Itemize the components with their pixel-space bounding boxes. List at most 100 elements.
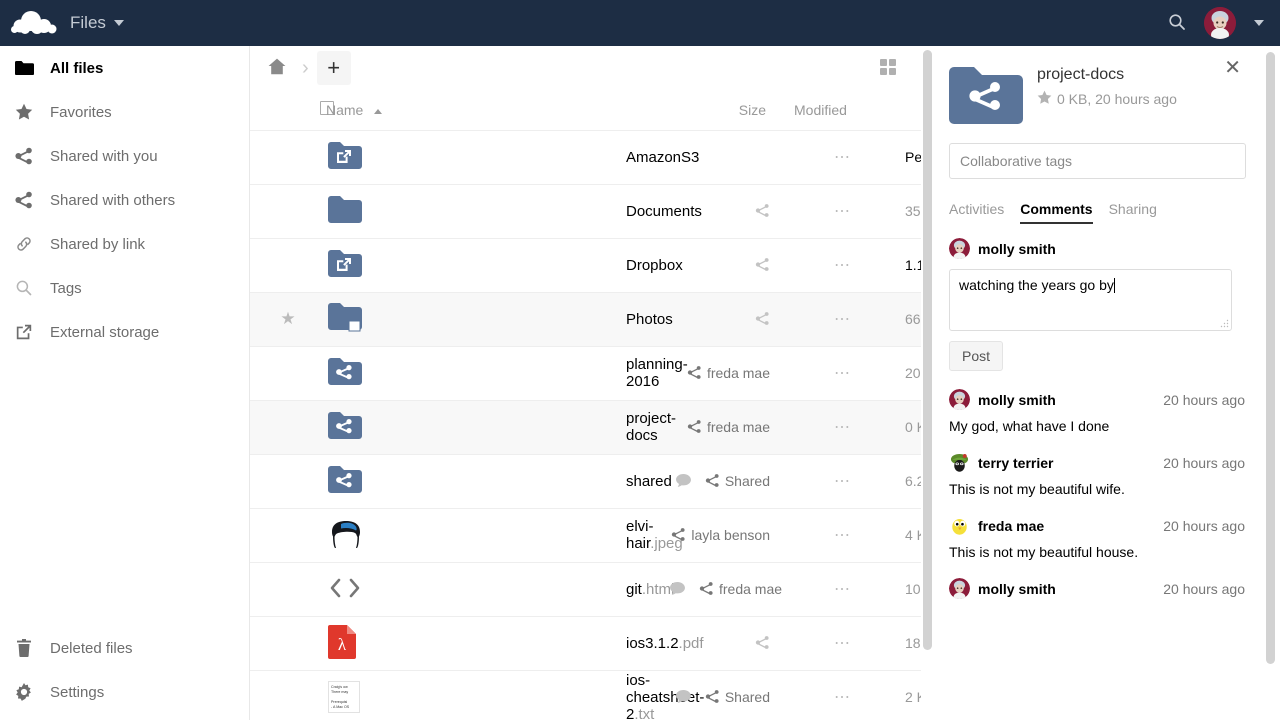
table-row[interactable]: git.htmlfreda mae⋯10 KB20 hours ago xyxy=(250,562,935,616)
select-all-checkbox[interactable] xyxy=(250,90,326,130)
file-list-scrollbar[interactable] xyxy=(921,46,935,720)
row-actions-button[interactable]: ⋯ xyxy=(780,616,905,670)
row-actions-button[interactable]: ⋯ xyxy=(780,670,905,720)
favorite-toggle[interactable] xyxy=(250,130,326,184)
cloud-logo[interactable] xyxy=(0,10,70,36)
favorite-toggle[interactable] xyxy=(250,400,326,454)
file-name-cell[interactable]: elvi-hair.jpeg xyxy=(626,508,670,562)
post-comment-button[interactable]: Post xyxy=(949,341,1003,371)
shared-with[interactable]: Shared xyxy=(705,473,770,489)
sidebar-bottom: Deleted files Settings xyxy=(0,626,249,714)
table-row[interactable]: ★Photos⋯663 KBa day ago xyxy=(250,292,935,346)
table-row[interactable]: elvi-hair.jpeglayla benson⋯4 KB18 hours … xyxy=(250,508,935,562)
table-row[interactable]: sharedShared⋯6.2 MB2 hours ago xyxy=(250,454,935,508)
file-name-cell[interactable]: ios3.1.2.pdf xyxy=(626,616,670,670)
row-actions-button[interactable]: ⋯ xyxy=(780,130,905,184)
folder-sub-icon xyxy=(328,319,362,335)
shared-with[interactable]: freda mae xyxy=(687,365,770,381)
row-actions-button[interactable]: ⋯ xyxy=(780,184,905,238)
row-actions-button[interactable]: ⋯ xyxy=(780,454,905,508)
breadcrumb: › + xyxy=(260,51,351,85)
new-file-button[interactable]: + xyxy=(317,51,351,85)
table-row[interactable]: Craig's owThere may Prerequisi- A Mac OS… xyxy=(250,670,935,720)
file-size: 2 KB xyxy=(905,670,920,720)
file-name-cell[interactable]: shared xyxy=(626,454,670,508)
file-name: AmazonS3 xyxy=(626,149,699,166)
molly-avatar xyxy=(949,389,970,410)
favorite-toggle[interactable] xyxy=(250,454,326,508)
sidebar-item-shared-with-you[interactable]: Shared with you xyxy=(0,134,249,178)
file-name-cell[interactable]: Documents xyxy=(626,184,670,238)
table-row[interactable]: project-docsfreda mae⋯0 KB20 hours ago xyxy=(250,400,935,454)
collaborative-tags-input[interactable]: Collaborative tags xyxy=(949,143,1246,179)
row-actions-button[interactable]: ⋯ xyxy=(780,346,905,400)
sidebar-item-settings[interactable]: Settings xyxy=(0,670,249,714)
sidebar-item-external-storage[interactable]: External storage xyxy=(0,310,249,354)
tab-activities[interactable]: Activities xyxy=(949,201,1004,224)
share-action-icon[interactable] xyxy=(755,635,770,651)
table-row[interactable]: Dropbox⋯1.1 GBan hour ago xyxy=(250,238,935,292)
sidebar-item-shared-with-others[interactable]: Shared with others xyxy=(0,178,249,222)
favorite-toggle[interactable] xyxy=(250,616,326,670)
table-row[interactable]: AmazonS3⋯Pending4 hours ago xyxy=(250,130,935,184)
file-name-cell[interactable]: AmazonS3 xyxy=(626,130,670,184)
sidebar-item-tags[interactable]: Tags xyxy=(0,266,249,310)
page-scrollbar[interactable] xyxy=(1264,46,1278,720)
avatar[interactable] xyxy=(1204,7,1236,39)
search-icon[interactable] xyxy=(1168,13,1186,34)
tab-comments[interactable]: Comments xyxy=(1020,201,1092,224)
file-name-cell[interactable]: project-docs xyxy=(626,400,670,454)
grid-view-icon[interactable] xyxy=(879,58,925,79)
app-menu-button[interactable]: Files xyxy=(70,13,124,33)
row-actions-button[interactable]: ⋯ xyxy=(780,292,905,346)
share-action-icon[interactable] xyxy=(755,311,770,327)
file-name-cell[interactable]: Dropbox xyxy=(626,238,670,292)
shared-with[interactable]: layla benson xyxy=(671,527,770,543)
sidebar-item-all-files[interactable]: All files xyxy=(0,46,249,90)
file-name-cell[interactable]: ios-cheatsheet-2.txt xyxy=(626,670,670,720)
row-actions-button[interactable]: ⋯ xyxy=(780,508,905,562)
column-header-modified[interactable]: Modified xyxy=(780,90,905,130)
favorite-toggle[interactable] xyxy=(250,238,326,292)
share-action-icon[interactable] xyxy=(755,203,770,219)
sidebar-item-favorites[interactable]: Favorites xyxy=(0,90,249,134)
file-name: Dropbox xyxy=(626,257,683,274)
sidebar-item-deleted-files[interactable]: Deleted files xyxy=(0,626,249,670)
share-action-icon[interactable] xyxy=(755,257,770,273)
file-name-cell[interactable]: planning-2016 xyxy=(626,346,670,400)
favorite-toggle[interactable] xyxy=(250,184,326,238)
comment-indicator-icon[interactable] xyxy=(676,473,691,489)
sidebar-item-shared-by-link[interactable]: Shared by link xyxy=(0,222,249,266)
file-size: 10 KB xyxy=(905,562,920,616)
close-icon[interactable]: ✕ xyxy=(1224,58,1241,78)
comment-indicator-icon[interactable] xyxy=(676,689,691,705)
shared-with[interactable]: freda mae xyxy=(699,581,782,597)
star-icon[interactable] xyxy=(1037,90,1052,108)
table-row[interactable]: Documents⋯35 KBa day ago xyxy=(250,184,935,238)
row-actions-button[interactable]: ⋯ xyxy=(780,400,905,454)
favorite-toggle[interactable] xyxy=(250,508,326,562)
column-header-size[interactable]: Size xyxy=(670,90,780,130)
comment-input[interactable]: watching the years go by xyxy=(949,269,1232,331)
resize-grip-icon[interactable] xyxy=(1220,319,1229,328)
row-actions-button[interactable]: ⋯ xyxy=(780,238,905,292)
favorite-toggle[interactable] xyxy=(250,562,326,616)
freda-avatar xyxy=(949,515,970,536)
home-icon[interactable] xyxy=(260,58,294,78)
shared-with[interactable]: freda mae xyxy=(687,419,770,435)
table-row[interactable]: λios3.1.2.pdf⋯181 KB20 hours ago xyxy=(250,616,935,670)
file-name-cell[interactable]: git.html xyxy=(626,562,670,616)
tab-sharing[interactable]: Sharing xyxy=(1109,201,1157,224)
file-name-cell[interactable]: Photos xyxy=(626,292,670,346)
table-row[interactable]: planning-2016freda mae⋯205 KB44 minutes … xyxy=(250,346,935,400)
favorite-toggle[interactable]: ★ xyxy=(250,292,326,346)
file-icon-cell xyxy=(326,400,626,454)
column-header-name[interactable]: Name xyxy=(326,90,626,130)
comment-indicator-icon[interactable] xyxy=(670,581,685,597)
favorite-toggle[interactable] xyxy=(250,346,326,400)
shared-with[interactable]: Shared xyxy=(705,689,770,705)
favorite-toggle[interactable] xyxy=(250,670,326,720)
settings-chevron-down-icon[interactable] xyxy=(1254,20,1264,26)
share-status-cell: layla benson xyxy=(670,508,780,562)
row-actions-button[interactable]: ⋯ xyxy=(780,562,905,616)
